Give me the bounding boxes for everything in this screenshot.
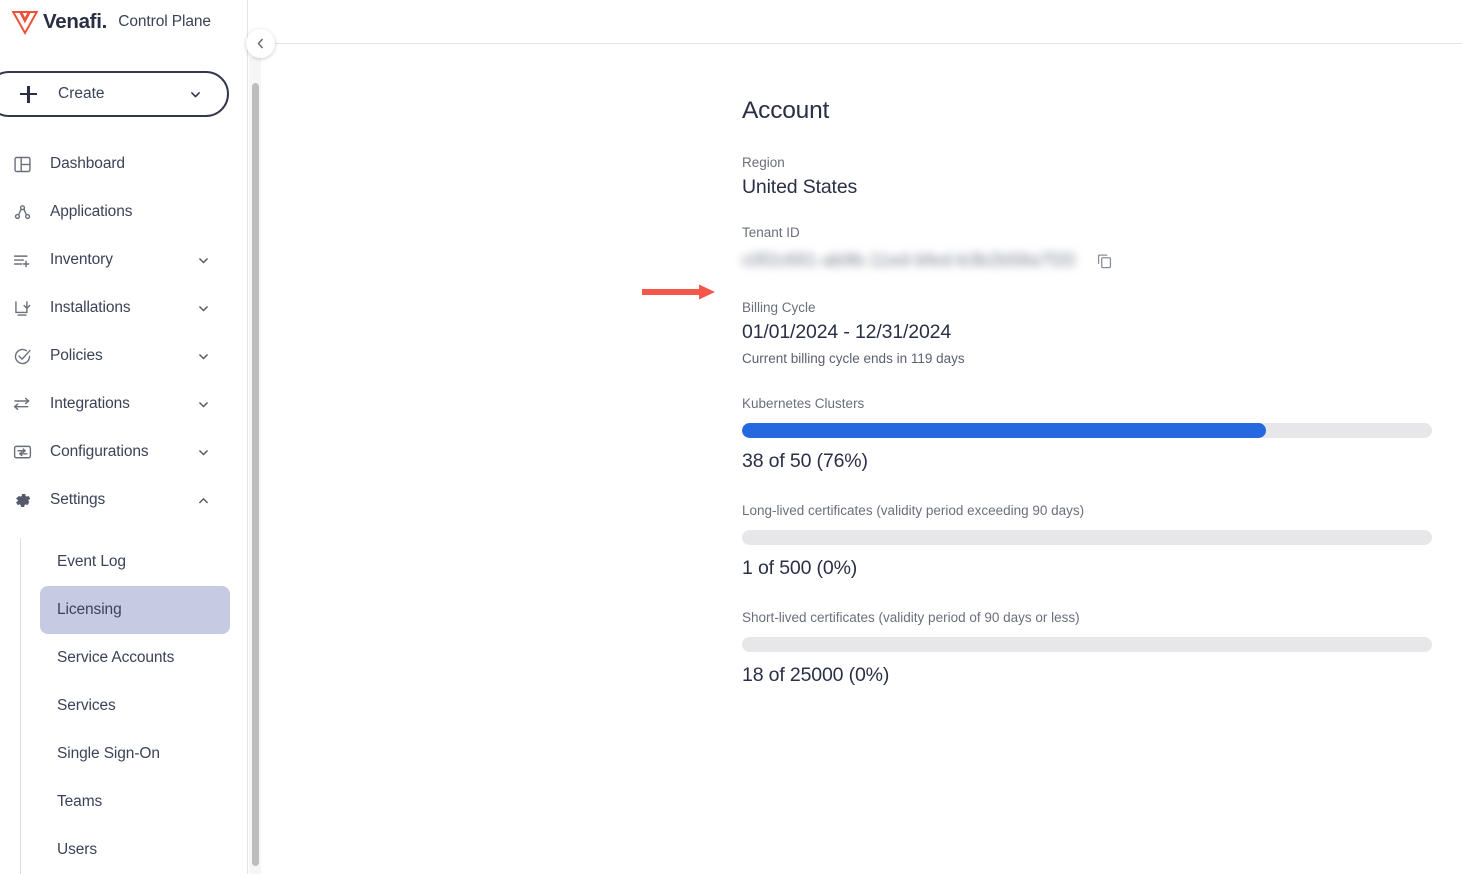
chevron-up-icon [199,497,208,503]
account-panel: Account Region United States Tenant ID c… [742,97,1442,687]
tenant-id-label: Tenant ID [742,225,800,240]
chevron-down-icon [199,401,208,407]
chevron-down-icon [199,257,208,263]
sidebar-item-label: Users [57,841,97,858]
brand-wordmark: Venafi [43,10,102,33]
meter-value: 38 of 50 (76%) [742,450,868,472]
sidebar-item-label: Single Sign-On [57,745,160,762]
venafi-v-logo-icon [11,11,39,35]
sidebar-item-inventory[interactable]: Inventory [0,236,240,284]
settings-gear-icon [10,488,34,512]
sidebar-item-label: Configurations [50,443,149,460]
meter-label: Kubernetes Clusters [742,396,865,411]
meter-track [742,637,1432,652]
copy-icon [1097,253,1111,268]
chevron-down-icon [191,91,200,97]
billing-cycle-note: Current billing cycle ends in 119 days [742,351,965,366]
billing-cycle-value: 01/01/2024 - 12/31/2024 [742,321,952,343]
meter-short-lived-certificates: Short-lived certificates (validity perio… [742,610,1442,687]
sidebar-item-label: Event Log [57,553,126,570]
sidebar-item-integrations[interactable]: Integrations [0,380,240,428]
chevron-down-icon [199,449,208,455]
header-divider [261,43,1462,44]
sidebar-item-teams[interactable]: Teams [40,778,230,826]
copy-tenant-id-button[interactable] [1093,249,1115,271]
sidebar-item-label: Services [57,697,116,714]
sidebar-item-single-sign-on[interactable]: Single Sign-On [40,730,230,778]
sidebar-scrollbar-thumb[interactable] [252,83,259,866]
sidebar-item-event-log[interactable]: Event Log [40,538,230,586]
sidebar-item-label: Licensing [57,601,122,618]
sidebar-item-configurations[interactable]: Configurations [0,428,240,476]
applications-nodes-icon [10,200,34,224]
meter-track [742,530,1432,545]
configurations-monitor-icon [10,440,34,464]
meter-label: Short-lived certificates (validity perio… [742,610,1080,625]
inventory-list-add-icon [10,248,34,272]
sidebar-item-applications[interactable]: Applications [0,188,240,236]
chevron-down-icon [199,353,208,359]
sidebar-item-installations[interactable]: Installations [0,284,240,332]
sidebar-item-label: Service Accounts [57,649,175,666]
meter-kubernetes-clusters: Kubernetes Clusters 38 of 50 (76%) [742,396,1442,473]
sidebar-item-label: Integrations [50,395,130,412]
meter-long-lived-certificates: Long-lived certificates (validity period… [742,503,1442,580]
tenant-id-value: c0f2c691-ab9b-11ed-bfed-b3b2b58a7f20 [742,249,1076,270]
sidebar-collapse-button[interactable] [246,29,275,58]
policies-check-circle-icon [10,344,34,368]
billing-cycle-field: Billing Cycle 01/01/2024 - 12/31/2024 Cu… [742,300,1442,366]
chevron-left-icon [257,38,263,49]
main-content: Account Region United States Tenant ID c… [261,0,1462,874]
region-label: Region [742,155,785,170]
page-title: Account [742,97,830,124]
meter-value: 1 of 500 (0%) [742,557,858,579]
sidebar-item-label: Policies [50,347,103,364]
sidebar-item-services[interactable]: Services [40,682,230,730]
billing-cycle-label: Billing Cycle [742,300,816,315]
brand-wordmark-dot: . [101,10,108,33]
chevron-down-icon [199,305,208,311]
create-button-label: Create [58,85,105,102]
sidebar-item-licensing[interactable]: Licensing [40,586,230,634]
sidebar-item-label: Dashboard [50,155,125,172]
meter-label: Long-lived certificates (validity period… [742,503,1085,518]
sidebar-item-settings[interactable]: Settings [0,476,240,524]
sidebar-item-users[interactable]: Users [40,826,230,874]
region-field: Region United States [742,155,1442,199]
settings-subnav: Event Log Licensing Service Accounts Ser… [0,538,240,874]
create-button[interactable]: Create [0,71,229,117]
app-root: Venafi . Control Plane Create Dashboard … [0,0,1462,874]
installations-download-icon [10,296,34,320]
plus-icon [20,85,37,103]
meter-fill [742,423,1267,438]
sidebar-item-label: Applications [50,203,133,220]
meter-value: 18 of 25000 (0%) [742,664,890,686]
primary-nav: Dashboard Applications Inventory Install… [0,140,240,524]
product-name: Control Plane [118,13,211,30]
region-value: United States [742,176,858,198]
tenant-id-field: Tenant ID c0f2c691-ab9b-11ed-bfed-b3b2b5… [742,225,1442,274]
sidebar-item-label: Inventory [50,251,113,268]
meter-track [742,423,1432,438]
sidebar-item-service-accounts[interactable]: Service Accounts [40,634,230,682]
sidebar-item-policies[interactable]: Policies [0,332,240,380]
sidebar-item-dashboard[interactable]: Dashboard [0,140,240,188]
dashboard-layout-icon [10,152,34,176]
sidebar-item-label: Installations [50,299,131,316]
integrations-arrows-icon [10,392,34,416]
sidebar: Venafi . Control Plane Create Dashboard … [0,0,248,874]
sidebar-item-label: Settings [50,491,106,508]
brand-header: Venafi . Control Plane [0,0,247,44]
sidebar-item-label: Teams [57,793,103,810]
tenant-id-row: c0f2c691-ab9b-11ed-bfed-b3b2b58a7f20 [742,246,1442,274]
